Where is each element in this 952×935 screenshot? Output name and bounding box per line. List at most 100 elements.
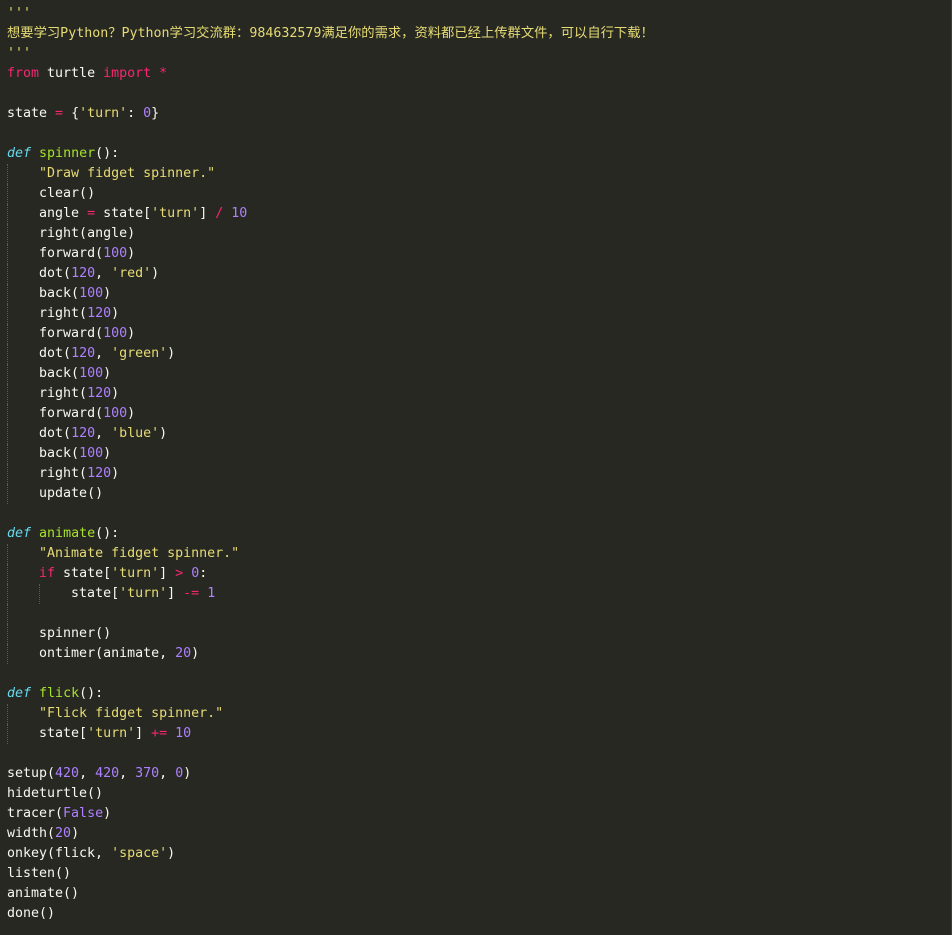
code-token-plain: ,	[95, 426, 112, 441]
code-token-plain: state[	[95, 206, 152, 221]
code-token-str: 'blue'	[111, 426, 160, 441]
code-token-fn: spinner	[39, 146, 96, 161]
code-token-str: 'turn'	[87, 726, 136, 741]
code-line: width(20)	[7, 824, 951, 844]
code-token-plain: :	[199, 566, 208, 581]
code-token-plain: )	[159, 426, 168, 441]
code-token-num: 10	[175, 726, 192, 741]
code-token-num: 120	[71, 266, 96, 281]
code-token-num: 100	[79, 366, 104, 381]
code-token-plain: )	[151, 266, 160, 281]
code-line: update()	[7, 484, 951, 504]
code-token-plain: dot(	[39, 266, 72, 281]
code-token-kw: import	[103, 66, 152, 81]
code-token-plain: ():	[95, 146, 120, 161]
code-line: 想要学习Python？Python学习交流群：984632579满足你的需求，资…	[7, 24, 951, 44]
code-token-str: 'turn'	[79, 106, 128, 121]
code-token-str: 'green'	[111, 346, 168, 361]
code-token-plain: )	[103, 806, 112, 821]
code-token-plain: ]	[167, 586, 184, 601]
code-line: angle = state['turn'] / 10	[7, 204, 951, 224]
code-token-plain: )	[127, 246, 136, 261]
code-token-plain: dot(	[39, 426, 72, 441]
code-token-str: 'turn'	[151, 206, 200, 221]
code-token-num: 0	[191, 566, 200, 581]
code-token-num: 100	[103, 326, 128, 341]
code-line: if state['turn'] > 0:	[7, 564, 951, 584]
code-token-num: 20	[55, 826, 72, 841]
code-line: ontimer(animate, 20)	[7, 644, 951, 664]
code-token-plain: forward(	[39, 406, 104, 421]
code-token-plain: ,	[95, 266, 112, 281]
code-token-num: 1	[207, 586, 216, 601]
code-token-kw: if	[39, 566, 56, 581]
code-line: hideturtle()	[7, 784, 951, 804]
code-token-plain: turtle	[39, 66, 104, 81]
code-token-num: 370	[135, 766, 160, 781]
code-line: back(100)	[7, 364, 951, 384]
code-token-def: def	[7, 526, 32, 541]
code-token-num: 120	[87, 306, 112, 321]
code-token-op: +=	[151, 726, 168, 741]
code-line: "Animate fidget spinner."	[7, 544, 951, 564]
code-token-str: "Animate fidget spinner."	[39, 546, 240, 561]
code-token-plain: forward(	[39, 246, 104, 261]
code-token-str: 'turn'	[111, 566, 160, 581]
code-token-plain: right(	[39, 306, 88, 321]
code-line: state = {'turn': 0}	[7, 104, 951, 124]
code-token-kw: from	[7, 66, 40, 81]
code-line: tracer(False)	[7, 804, 951, 824]
code-token-plain: listen()	[7, 866, 72, 881]
code-token-plain: )	[127, 326, 136, 341]
code-token-plain: back(	[39, 286, 80, 301]
code-token-plain: ,	[119, 766, 136, 781]
code-line: onkey(flick, 'space')	[7, 844, 951, 864]
code-token-plain: state[	[55, 566, 112, 581]
code-token-plain: right(angle)	[39, 226, 136, 241]
code-token-op: *	[159, 66, 168, 81]
code-line: from turtle import *	[7, 64, 951, 84]
code-token-str: '''	[7, 6, 32, 21]
code-token-plain: done()	[7, 906, 56, 921]
code-token-fn: flick	[39, 686, 80, 701]
code-line	[7, 604, 951, 624]
code-token-plain: angle	[39, 206, 88, 221]
code-token-plain: clear()	[39, 186, 96, 201]
code-token-plain: )	[183, 766, 192, 781]
code-token-num: 120	[87, 466, 112, 481]
code-line: animate()	[7, 884, 951, 904]
code-editor[interactable]: ''' 想要学习Python？Python学习交流群：984632579满足你的需…	[0, 0, 952, 935]
code-line: forward(100)	[7, 324, 951, 344]
code-line: back(100)	[7, 284, 951, 304]
code-token-plain: :	[127, 106, 144, 121]
code-line: spinner()	[7, 624, 951, 644]
code-line: listen()	[7, 864, 951, 884]
code-token-plain: ,	[95, 346, 112, 361]
code-token-plain: state[	[39, 726, 88, 741]
code-token-plain: )	[103, 366, 112, 381]
code-token-plain: )	[191, 646, 200, 661]
code-token-str: "Draw fidget spinner."	[39, 166, 216, 181]
code-line: right(120)	[7, 304, 951, 324]
code-token-str: 'red'	[111, 266, 152, 281]
code-line: "Draw fidget spinner."	[7, 164, 951, 184]
code-token-plain: forward(	[39, 326, 104, 341]
